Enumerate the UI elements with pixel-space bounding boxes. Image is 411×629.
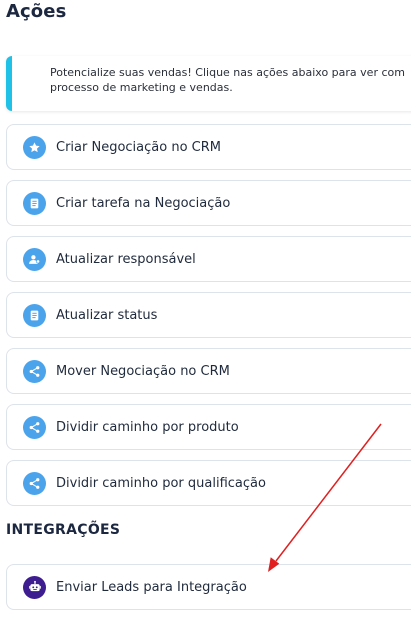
info-banner-line-2: processo de marketing e vendas. [50,81,233,94]
user-icon [23,247,46,271]
actions-panel: Ações Potencialize suas vendas! Clique n… [0,0,411,629]
action-label: Atualizar status [56,307,158,323]
share-icon [23,359,46,383]
integrations-section-title: INTEGRAÇÕES [6,522,121,538]
action-label: Criar tarefa na Negociação [56,195,231,211]
integration-send-leads[interactable]: Enviar Leads para Integração [6,564,411,610]
document-icon [23,303,46,327]
info-banner: Potencialize suas vendas! Clique nas açõ… [6,56,411,111]
action-move-deal[interactable]: Mover Negociação no CRM [6,348,411,394]
action-label: Dividir caminho por produto [56,419,239,435]
page-title: Ações [6,1,67,22]
document-icon [23,191,46,215]
share-icon [23,471,46,495]
action-create-task[interactable]: Criar tarefa na Negociação [6,180,411,226]
action-label: Dividir caminho por qualificação [56,475,266,491]
action-update-status[interactable]: Atualizar status [6,292,411,338]
action-split-by-product[interactable]: Dividir caminho por produto [6,404,411,450]
share-icon [23,415,46,439]
action-create-deal[interactable]: Criar Negociação no CRM [6,124,411,170]
action-label: Enviar Leads para Integração [56,579,247,595]
action-split-by-qualification[interactable]: Dividir caminho por qualificação [6,460,411,506]
robot-icon [23,575,46,599]
star-icon [23,135,46,159]
info-banner-line-1: Potencialize suas vendas! Clique nas açõ… [50,66,405,79]
action-label: Mover Negociação no CRM [56,363,230,379]
action-update-owner[interactable]: Atualizar responsável [6,236,411,282]
action-label: Criar Negociação no CRM [56,139,221,155]
action-label: Atualizar responsável [56,251,196,267]
